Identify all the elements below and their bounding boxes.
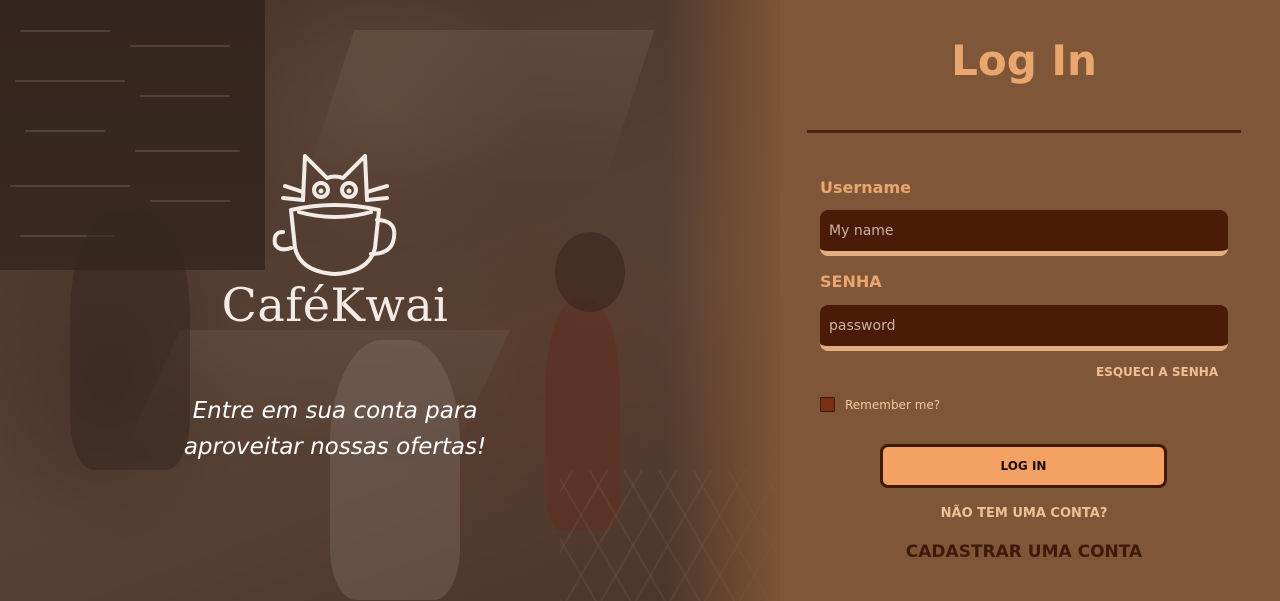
brand-logo: CaféKwai xyxy=(195,148,475,328)
tagline-line-1: Entre em sua conta para xyxy=(192,398,478,424)
tagline-line-2: aproveitar nossas ofertas! xyxy=(183,434,487,460)
password-label: SENHA xyxy=(820,272,882,291)
login-panel: Log In Username SENHA ESQUECI A SENHA Re… xyxy=(780,0,1280,601)
username-input[interactable] xyxy=(820,210,1228,251)
username-field-wrapper xyxy=(820,210,1228,256)
password-field-wrapper xyxy=(820,305,1228,351)
password-input[interactable] xyxy=(820,305,1228,346)
hero-tagline: Entre em sua conta para aproveitar nossa… xyxy=(150,393,520,465)
remember-me-label[interactable]: Remember me? xyxy=(845,398,940,412)
forgot-password-link[interactable]: ESQUECI A SENHA xyxy=(1096,365,1218,379)
remember-me-checkbox[interactable] xyxy=(820,397,835,412)
brand-name: CaféKwai xyxy=(221,278,449,332)
hero-section: CaféKwai Entre em sua conta para aprovei… xyxy=(0,0,807,601)
register-link[interactable]: CADASTRAR UMA CONTA xyxy=(780,542,1268,562)
title-divider xyxy=(807,130,1241,133)
cat-coffee-cup-icon xyxy=(272,154,397,276)
login-button[interactable]: LOG IN xyxy=(880,444,1167,488)
page-title: Log In xyxy=(951,36,1097,85)
username-label: Username xyxy=(820,178,911,197)
remember-me: Remember me? xyxy=(820,397,940,412)
no-account-text: NÃO TEM UMA CONTA? xyxy=(940,506,1108,521)
